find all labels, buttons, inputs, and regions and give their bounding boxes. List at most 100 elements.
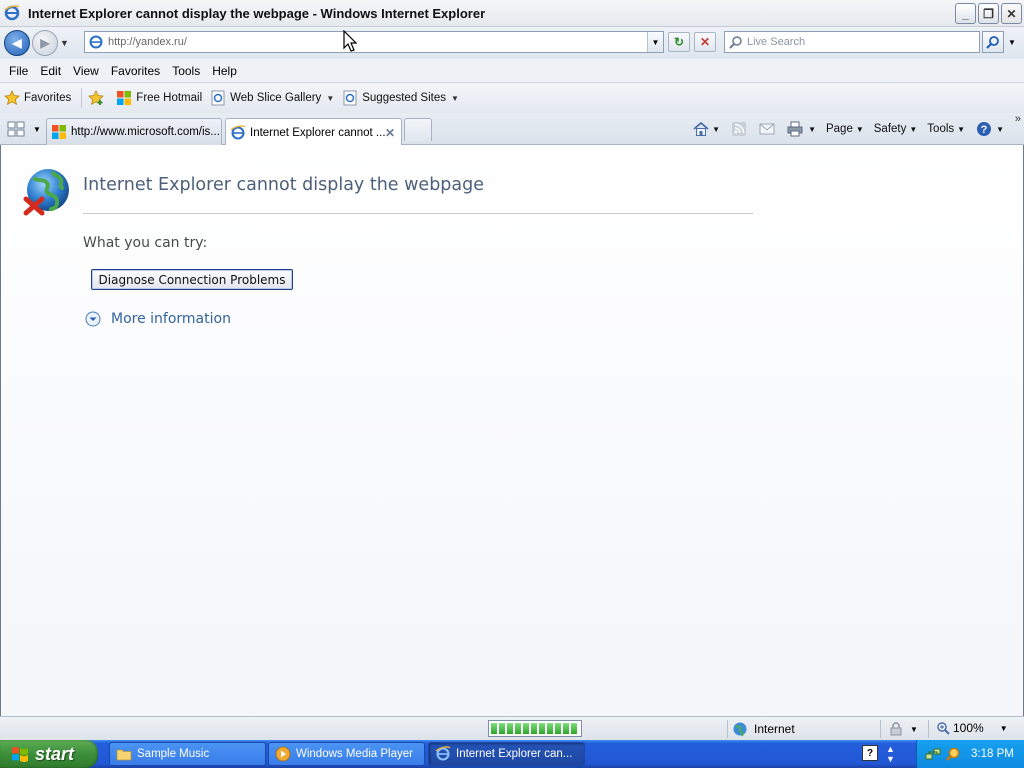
menu-file[interactable]: File [3, 62, 34, 80]
search-box[interactable]: Live Search [724, 31, 980, 53]
address-url[interactable]: http://yandex.ru/ [108, 36, 187, 48]
protected-mode-button[interactable]: ▼ [888, 721, 918, 737]
menu-tools[interactable]: Tools [166, 62, 206, 80]
page-load-progress-bar [488, 720, 582, 737]
print-button[interactable]: ▼ [786, 120, 816, 138]
stop-button[interactable]: ✕ [694, 32, 716, 52]
more-information-link[interactable]: More information [85, 311, 231, 327]
chevron-down-icon: ▼ [910, 724, 918, 734]
chevron-down-icon: ▼ [712, 124, 721, 134]
chevron-down-icon: ▼ [957, 124, 966, 134]
help-icon: ? [977, 122, 992, 136]
new-tab-button[interactable] [404, 118, 432, 141]
window-title: Internet Explorer cannot display the web… [28, 5, 486, 21]
address-dropdown-button[interactable]: ▼ [647, 32, 663, 52]
tab-error-page[interactable]: Internet Explorer cannot ... ✕ [225, 118, 402, 146]
zoom-control[interactable]: 100% ▼ [936, 721, 1008, 735]
svg-text:?: ? [981, 124, 988, 136]
navigation-bar: ◀ ▶ ▼ http://yandex.ru/ ▼ ↻ ✕ Live Searc… [0, 27, 1024, 59]
refresh-button[interactable]: ↻ [668, 32, 690, 52]
search-button[interactable] [982, 31, 1004, 53]
task-label: Internet Explorer can... [456, 748, 573, 760]
help-tray-icon[interactable]: ? [862, 745, 878, 761]
network-icon[interactable] [925, 746, 941, 762]
task-sample-music[interactable]: Sample Music [109, 742, 266, 766]
start-label: start [35, 743, 75, 764]
tab-list-dropdown-icon[interactable]: ▼ [33, 125, 41, 134]
search-options-dropdown[interactable]: ▼ [1005, 31, 1019, 53]
search-provider-icon [729, 36, 742, 49]
close-button[interactable]: ✕ [1001, 3, 1022, 24]
chevron-down-icon: ▼ [808, 124, 816, 134]
menu-help[interactable]: Help [206, 62, 243, 80]
search-icon [986, 36, 999, 49]
toolbar-overflow-icon[interactable]: » [1015, 113, 1021, 125]
windows-logo-icon [52, 125, 66, 139]
menu-bar: File Edit View Favorites Tools Help [0, 59, 1024, 83]
menu-view[interactable]: View [67, 62, 105, 80]
ie-page-icon [211, 90, 225, 106]
menu-favorites[interactable]: Favorites [105, 62, 166, 80]
printer-icon [787, 121, 803, 137]
security-zone[interactable]: Internet [732, 721, 795, 737]
favorites-label: Favorites [24, 92, 72, 104]
zoom-level: 100% [953, 721, 984, 735]
search-placeholder[interactable]: Live Search [747, 36, 805, 48]
chevron-down-icon: ▼ [451, 93, 459, 103]
recent-pages-dropdown[interactable]: ▼ [60, 38, 72, 48]
mail-button[interactable] [758, 120, 776, 138]
favorites-button[interactable]: Favorites [4, 90, 71, 106]
task-internet-explorer[interactable]: Internet Explorer can... [428, 742, 585, 766]
globe-icon [733, 722, 747, 737]
zoom-icon [937, 722, 950, 735]
folder-icon [116, 749, 132, 761]
title-divider [83, 213, 753, 214]
diagnose-connection-button[interactable]: Diagnose Connection Problems [91, 269, 293, 290]
tools-menu-label: Tools [927, 123, 955, 135]
ie-icon [4, 5, 20, 21]
windows-flag-icon [12, 747, 28, 762]
status-separator [727, 720, 728, 738]
favorites-bar: Favorites Free Hotmail Web Slice Gallery… [0, 83, 1024, 113]
task-windows-media-player[interactable]: Windows Media Player [268, 742, 425, 766]
home-icon [693, 121, 709, 136]
ie-page-icon [343, 90, 357, 106]
fav-link-free-hotmail[interactable]: Free Hotmail [116, 90, 202, 106]
quick-tabs-icon [7, 121, 25, 137]
search-tray-icon[interactable] [945, 746, 961, 762]
home-button[interactable]: ▼ [692, 120, 720, 138]
page-menu-button[interactable]: Page ▼ [826, 123, 864, 135]
add-to-favorites-bar-button[interactable] [88, 90, 108, 106]
safety-menu-button[interactable]: Safety ▼ [874, 123, 918, 135]
windows-logo-icon [117, 91, 132, 105]
menu-edit[interactable]: Edit [34, 62, 67, 80]
chevron-down-icon: ▼ [855, 124, 864, 134]
quick-tabs-button[interactable]: ▼ [7, 119, 47, 139]
start-button[interactable]: start [0, 740, 98, 768]
rss-feed-icon [732, 122, 747, 136]
help-button[interactable]: ? ▼ [975, 120, 1004, 138]
tray-expand-icon[interactable]: ▲ ▼ [886, 744, 895, 764]
status-separator [928, 720, 929, 738]
title-bar: Internet Explorer cannot display the web… [0, 0, 1024, 27]
page-icon [89, 35, 103, 49]
restore-button[interactable]: ❐ [978, 3, 999, 24]
fav-link-label: Suggested Sites [362, 92, 446, 104]
clock: 3:18 PM [971, 748, 1014, 760]
address-bar[interactable]: http://yandex.ru/ ▼ [84, 31, 664, 53]
feeds-button[interactable] [730, 120, 748, 138]
ie-icon [230, 124, 246, 139]
close-tab-icon[interactable]: ✕ [385, 126, 395, 140]
forward-button[interactable]: ▶ [32, 30, 58, 56]
tools-menu-button[interactable]: Tools ▼ [927, 123, 965, 135]
tab-microsoft[interactable]: http://www.microsoft.com/is... [46, 118, 222, 145]
favorites-separator [81, 88, 83, 108]
back-button[interactable]: ◀ [4, 30, 30, 56]
minimize-button[interactable]: _ [955, 3, 976, 24]
status-bar: Internet ▼ 100% ▼ [0, 716, 1024, 740]
add-favorite-icon [88, 90, 105, 105]
star-icon [4, 90, 20, 105]
fav-link-web-slice-gallery[interactable]: Web Slice Gallery ▼ [210, 90, 334, 106]
lock-icon [890, 722, 902, 736]
fav-link-suggested-sites[interactable]: Suggested Sites ▼ [342, 90, 459, 106]
